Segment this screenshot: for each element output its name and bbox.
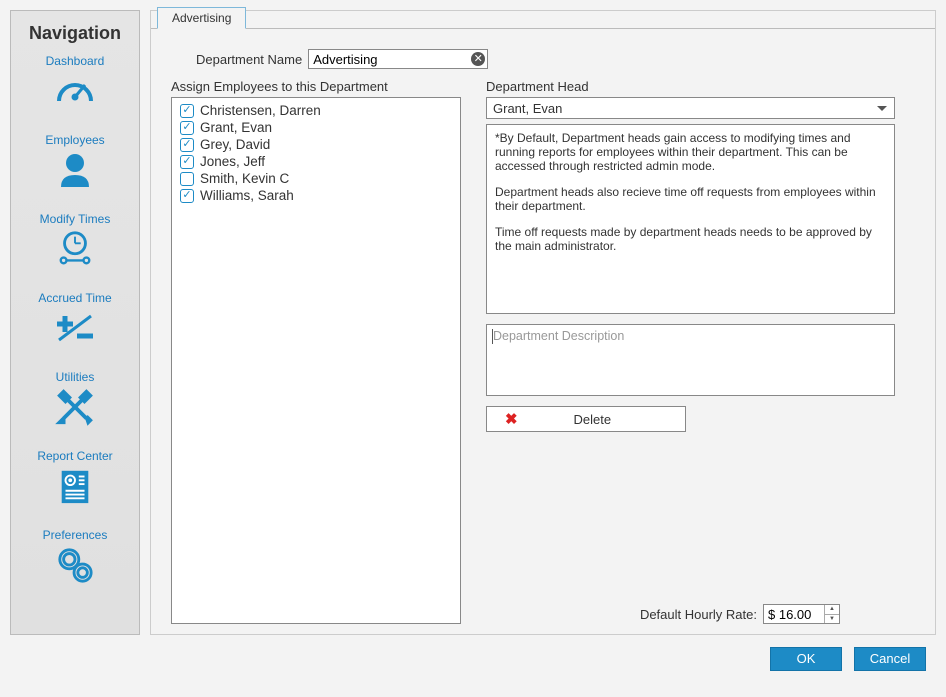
nav-report-center[interactable]: Report Center (11, 443, 139, 522)
employee-item[interactable]: Grey, David (180, 136, 452, 153)
nav-utilities[interactable]: Utilities (11, 364, 139, 443)
checkbox-icon[interactable] (180, 104, 194, 118)
dept-description-input[interactable]: Department Description (486, 324, 895, 396)
nav-label: Report Center (11, 449, 139, 463)
nav-sidebar: Navigation Dashboard Employees Modify Ti… (10, 10, 140, 635)
employee-item[interactable]: Jones, Jeff (180, 153, 452, 170)
delete-label: Delete (530, 412, 685, 427)
info-p2: Department heads also recieve time off r… (495, 185, 886, 213)
employee-name: Smith, Kevin C (200, 171, 289, 186)
sidebar-title: Navigation (11, 23, 139, 44)
dept-name-input[interactable] (308, 49, 488, 69)
form-area: Department Name ✕ Assign Employees to th… (151, 28, 935, 634)
nav-label: Accrued Time (11, 291, 139, 305)
main-panel: Advertising Department Name ✕ Assign Emp… (150, 10, 936, 635)
assign-employees-label: Assign Employees to this Department (171, 79, 461, 94)
checkbox-icon[interactable] (180, 121, 194, 135)
employee-name: Jones, Jeff (200, 154, 265, 169)
hourly-rate-input[interactable] (764, 605, 824, 623)
delete-x-icon: ✖ (505, 410, 518, 428)
nav-label: Utilities (11, 370, 139, 384)
nav-preferences[interactable]: Preferences (11, 522, 139, 601)
gauge-icon (11, 72, 139, 113)
dept-head-label: Department Head (486, 79, 895, 94)
nav-employees[interactable]: Employees (11, 127, 139, 206)
employee-name: Grey, David (200, 137, 270, 152)
dept-head-info: *By Default, Department heads gain acces… (486, 124, 895, 314)
plus-minus-icon (11, 309, 139, 350)
employee-name: Grant, Evan (200, 120, 272, 135)
info-p3: Time off requests made by department hea… (495, 225, 886, 253)
checkbox-icon[interactable] (180, 172, 194, 186)
employee-name: Williams, Sarah (200, 188, 294, 203)
dept-head-select[interactable]: Grant, Evan (486, 97, 895, 119)
nav-label: Employees (11, 133, 139, 147)
checkbox-icon[interactable] (180, 189, 194, 203)
dept-name-label: Department Name (196, 52, 302, 67)
checkbox-icon[interactable] (180, 155, 194, 169)
rate-spinner[interactable]: ▲ ▼ (824, 605, 839, 623)
employee-item[interactable]: Christensen, Darren (180, 102, 452, 119)
nav-label: Modify Times (11, 212, 139, 226)
spinner-up-icon[interactable]: ▲ (825, 605, 839, 615)
nav-label: Preferences (11, 528, 139, 542)
nav-modify-times[interactable]: Modify Times (11, 206, 139, 285)
hourly-rate-label: Default Hourly Rate: (640, 607, 757, 622)
dept-head-value: Grant, Evan (493, 101, 562, 116)
chevron-down-icon (877, 106, 887, 111)
checkbox-icon[interactable] (180, 138, 194, 152)
nav-label: Dashboard (11, 54, 139, 68)
employee-item[interactable]: Smith, Kevin C (180, 170, 452, 187)
clock-wrench-icon (11, 230, 139, 271)
info-p1: *By Default, Department heads gain acces… (495, 131, 886, 173)
tab-advertising[interactable]: Advertising (157, 7, 246, 29)
cancel-button[interactable]: Cancel (854, 647, 926, 671)
employee-item[interactable]: Grant, Evan (180, 119, 452, 136)
report-icon (11, 467, 139, 508)
employee-list[interactable]: Christensen, Darren Grant, Evan Grey, Davi… (171, 97, 461, 624)
user-icon (11, 151, 139, 192)
nav-accrued-time[interactable]: Accrued Time (11, 285, 139, 364)
employee-item[interactable]: Williams, Sarah (180, 187, 452, 204)
delete-button[interactable]: ✖ Delete (486, 406, 686, 432)
nav-dashboard[interactable]: Dashboard (11, 48, 139, 127)
spinner-down-icon[interactable]: ▼ (825, 615, 839, 624)
gears-icon (11, 546, 139, 587)
ok-button[interactable]: OK (770, 647, 842, 671)
desc-placeholder: Department Description (493, 329, 624, 343)
employee-name: Christensen, Darren (200, 103, 321, 118)
tools-icon (11, 388, 139, 429)
